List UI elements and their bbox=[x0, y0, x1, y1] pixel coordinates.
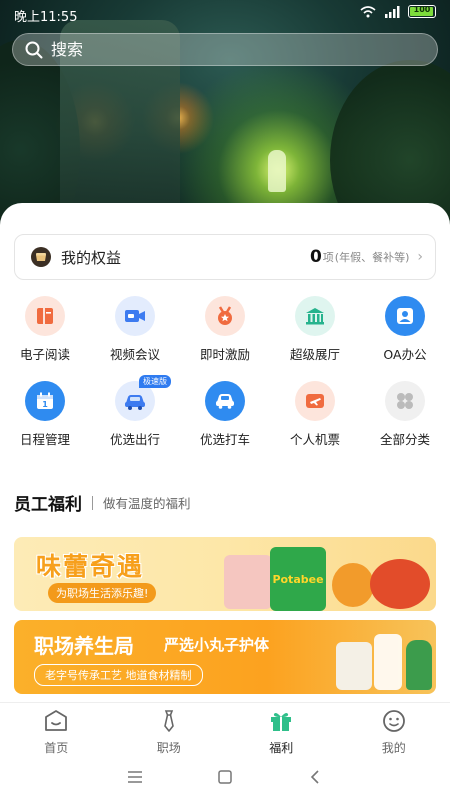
grid-item-label: 个人机票 bbox=[289, 432, 340, 447]
gift-icon bbox=[271, 713, 292, 731]
banner-title: 味蕾奇遇 bbox=[36, 552, 145, 581]
my-benefits-title: 我的权益 bbox=[61, 248, 122, 267]
banner-subtitle: 老字号传承工艺 地道食材精制 bbox=[34, 664, 203, 686]
calendar-icon: 1 bbox=[25, 381, 65, 421]
child-figure-decoration bbox=[268, 150, 286, 192]
grid-item-travel[interactable]: 极速版 优选出行 bbox=[90, 375, 180, 448]
product-image bbox=[224, 555, 272, 609]
tab-mine[interactable]: 我的 bbox=[338, 703, 450, 755]
grid-item-super-hall[interactable]: 超级展厅 bbox=[270, 296, 360, 363]
plane-icon bbox=[295, 381, 335, 421]
grid-item-schedule[interactable]: 1 日程管理 bbox=[0, 381, 90, 448]
smiley-icon bbox=[382, 710, 405, 732]
product-image bbox=[370, 559, 430, 609]
grid-item-label: 全部分类 bbox=[379, 432, 430, 447]
svg-text:1: 1 bbox=[42, 400, 48, 409]
section-subtitle: 做有温度的福利 bbox=[103, 496, 191, 511]
banner-title: 职场养生局 bbox=[34, 634, 134, 658]
benefits-count: 0 bbox=[309, 247, 322, 267]
product-image bbox=[332, 563, 374, 607]
benefits-icon bbox=[31, 247, 51, 267]
section-header: 员工福利 做有温度的福利 bbox=[14, 490, 191, 515]
grid-item-flight[interactable]: 个人机票 bbox=[270, 381, 360, 448]
product-brand: Potabee bbox=[272, 572, 324, 586]
health-promo-banner[interactable]: 职场养生局 严选小丸子护体 老字号传承工艺 地道食材精制 bbox=[14, 620, 436, 694]
person-card-icon bbox=[385, 296, 425, 336]
grid-item-label: 即时激励 bbox=[199, 347, 250, 362]
tab-home[interactable]: 首页 bbox=[0, 703, 113, 755]
search-icon bbox=[25, 41, 43, 58]
section-title: 员工福利 bbox=[14, 495, 82, 515]
banner-title-secondary: 严选小丸子护体 bbox=[164, 636, 270, 654]
express-badge: 极速版 bbox=[139, 375, 171, 388]
grid-item-label: 日程管理 bbox=[19, 432, 70, 447]
signal-icon bbox=[385, 5, 400, 18]
grid-item-label: 视频会议 bbox=[109, 347, 160, 362]
grid-item-e-reading[interactable]: 电子阅读 bbox=[0, 296, 90, 363]
tab-welfare[interactable]: 福利 bbox=[225, 703, 338, 755]
divider bbox=[92, 495, 93, 510]
tie-icon bbox=[163, 710, 174, 732]
status-time: 晚上11:55 bbox=[14, 10, 78, 25]
content-sheet: 我的权益 0 项 (年假、餐补等) › 电子阅读 视频会议 即时激励 超级展厅 … bbox=[0, 203, 450, 703]
car-icon: 极速版 bbox=[115, 375, 171, 421]
status-icons: 100 bbox=[360, 5, 436, 18]
product-image bbox=[374, 634, 402, 690]
potabee-bag-image: Potabee bbox=[270, 547, 326, 611]
grid-item-label: 优选打车 bbox=[199, 432, 250, 447]
grid-item-label: 超级展厅 bbox=[289, 347, 340, 362]
tab-workplace[interactable]: 职场 bbox=[113, 703, 226, 755]
snack-promo-banner[interactable]: 味蕾奇遇 为职场生活添乐趣! Potabee bbox=[14, 537, 436, 611]
benefits-unit: 项 bbox=[322, 251, 334, 264]
hall-icon bbox=[295, 296, 335, 336]
bottom-tab-bar: 首页 职场 福利 我的 bbox=[0, 702, 450, 755]
home-icon bbox=[45, 710, 68, 731]
status-bar: 晚上11:55 100 bbox=[0, 0, 450, 26]
grid-item-all-categories[interactable]: 全部分类 bbox=[360, 381, 450, 448]
back-icon[interactable] bbox=[307, 769, 323, 785]
grid-item-instant-incentive[interactable]: 即时激励 bbox=[180, 296, 270, 363]
grid-item-label: 电子阅读 bbox=[19, 347, 70, 362]
taxi-icon bbox=[205, 381, 245, 421]
benefits-desc: (年假、餐补等) bbox=[334, 251, 410, 264]
search-bar[interactable] bbox=[12, 33, 438, 66]
battery-icon: 100 bbox=[408, 5, 436, 18]
book-icon bbox=[25, 296, 65, 336]
my-benefits-card[interactable]: 我的权益 0 项 (年假、餐补等) › bbox=[14, 234, 436, 280]
grid-item-video-meeting[interactable]: 视频会议 bbox=[90, 296, 180, 363]
chevron-right-icon: › bbox=[417, 249, 423, 265]
video-camera-icon bbox=[115, 296, 155, 336]
product-image bbox=[336, 642, 372, 690]
all-categories-icon bbox=[385, 381, 425, 421]
medal-star-icon bbox=[205, 296, 245, 336]
grid-item-label: 优选出行 bbox=[109, 432, 160, 447]
wifi-icon bbox=[360, 5, 376, 17]
grid-item-oa-office[interactable]: OA办公 bbox=[360, 296, 450, 363]
menu-icon[interactable] bbox=[127, 770, 143, 784]
grid-item-taxi[interactable]: 优选打车 bbox=[180, 381, 270, 448]
battery-level: 100 bbox=[413, 5, 431, 14]
pineapple-image bbox=[406, 640, 432, 690]
system-navigation-bar bbox=[0, 754, 450, 800]
grid-item-label: OA办公 bbox=[383, 347, 427, 362]
search-input[interactable] bbox=[51, 40, 391, 59]
banner-subtitle: 为职场生活添乐趣! bbox=[48, 583, 157, 603]
home-square-icon[interactable] bbox=[217, 769, 233, 785]
